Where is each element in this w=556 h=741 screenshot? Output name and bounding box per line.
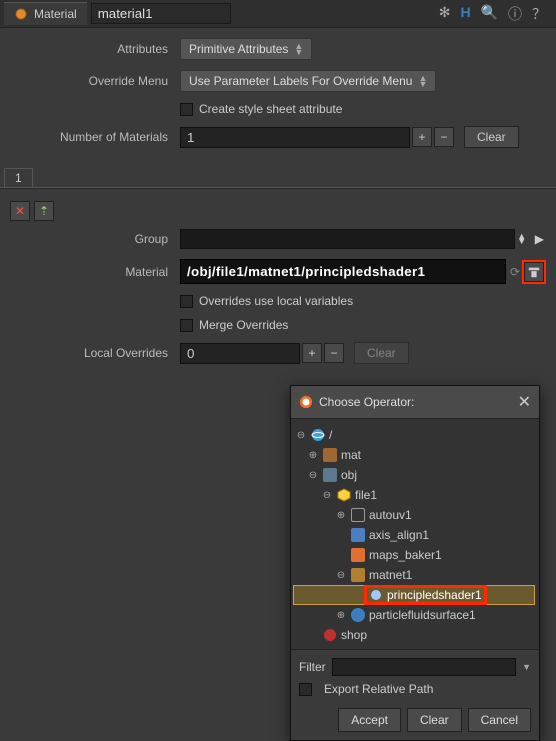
minus-button[interactable]: −: [434, 127, 454, 147]
cancel-button[interactable]: Cancel: [468, 708, 531, 732]
expand-icon[interactable]: ⊕: [335, 510, 347, 521]
operator-tree[interactable]: ⊖ / ⊕ mat ⊖ obj ⊖ file1 ⊕ autouv1 axis_a…: [291, 419, 539, 649]
palette-icon: [323, 448, 337, 462]
create-style-checkbox[interactable]: [180, 103, 193, 116]
create-style-label: Create style sheet attribute: [199, 102, 342, 116]
tree-node-autouv1[interactable]: ⊕ autouv1: [293, 505, 535, 525]
expand-icon[interactable]: ⊕: [307, 450, 319, 461]
tree-node-mat[interactable]: ⊕ mat: [293, 445, 535, 465]
tree-node-particlefluidsurface1[interactable]: ⊕ particlefluidsurface1: [293, 605, 535, 625]
overrides-local-checkbox[interactable]: [180, 295, 193, 308]
export-relative-label: Export Relative Path: [324, 682, 433, 696]
sop-icon: [351, 528, 365, 542]
material-node-icon: [14, 7, 28, 21]
operator-chooser-button[interactable]: [524, 262, 544, 282]
num-materials-input[interactable]: [180, 127, 410, 148]
jump-icon[interactable]: ⟳: [510, 265, 520, 279]
sop-icon: [351, 548, 365, 562]
houdini-icon: [299, 395, 313, 409]
accept-button[interactable]: Accept: [338, 708, 401, 732]
tree-node-file1[interactable]: ⊖ file1: [293, 485, 535, 505]
node-name-input[interactable]: [91, 3, 231, 24]
globe-icon: [311, 428, 325, 442]
collapse-icon[interactable]: ⊖: [335, 570, 347, 581]
folder-icon: [323, 468, 337, 482]
group-dropdown-icon[interactable]: ▲▼: [515, 234, 529, 244]
tree-node-principledshader1[interactable]: principledshader1: [293, 585, 535, 605]
arrow-play-icon[interactable]: ▶: [535, 232, 544, 246]
overrides-local-label: Overrides use local variables: [199, 294, 353, 308]
gear-icon[interactable]: ✻: [439, 4, 451, 24]
collapse-icon[interactable]: ⊖: [321, 490, 333, 501]
collapse-icon[interactable]: ⊖: [295, 430, 307, 441]
clear-button[interactable]: Clear: [464, 126, 519, 148]
filter-input[interactable]: [332, 658, 516, 676]
export-relative-checkbox[interactable]: [299, 683, 312, 696]
material-label: Material: [10, 265, 180, 279]
chevron-down-icon[interactable]: ▼: [522, 664, 531, 670]
tree-node-matnet1[interactable]: ⊖ matnet1: [293, 565, 535, 585]
num-materials-label: Number of Materials: [10, 130, 180, 144]
choose-operator-dialog: Choose Operator: ✕ ⊖ / ⊕ mat ⊖ obj ⊖ fil…: [290, 385, 540, 741]
chevron-updown-icon: ▲▼: [294, 43, 303, 55]
dialog-titlebar[interactable]: Choose Operator: ✕: [291, 386, 539, 419]
matnet-icon: [351, 568, 365, 582]
tree-node-shop[interactable]: shop: [293, 625, 535, 645]
local-overrides-input[interactable]: [180, 343, 300, 364]
tree-node-mapsbaker1[interactable]: maps_baker1: [293, 545, 535, 565]
plus-button[interactable]: +: [302, 343, 322, 363]
clear-button[interactable]: Clear: [354, 342, 409, 364]
material-path-input[interactable]: [180, 259, 506, 284]
plus-button[interactable]: +: [412, 127, 432, 147]
collapse-icon[interactable]: ⊖: [307, 470, 319, 481]
attributes-label: Attributes: [10, 42, 180, 56]
search-icon[interactable]: 🔍: [481, 4, 498, 24]
houdini-h-icon[interactable]: H: [460, 4, 470, 24]
clear-button[interactable]: Clear: [407, 708, 462, 732]
filter-label: Filter: [299, 660, 326, 674]
override-menu-label: Override Menu: [10, 74, 180, 88]
geo-icon: [337, 488, 351, 502]
remove-button[interactable]: ✕: [10, 201, 30, 221]
sop-icon: [351, 608, 365, 622]
tree-node-axisalign1[interactable]: axis_align1: [293, 525, 535, 545]
minus-button[interactable]: −: [324, 343, 344, 363]
local-overrides-label: Local Overrides: [10, 346, 180, 360]
expand-icon[interactable]: ⊕: [335, 610, 347, 621]
merge-overrides-checkbox[interactable]: [180, 319, 193, 332]
merge-overrides-label: Merge Overrides: [199, 318, 288, 332]
sop-icon: [351, 508, 365, 522]
tab-1[interactable]: 1: [4, 168, 33, 187]
group-label: Group: [10, 232, 180, 246]
info-icon[interactable]: ⓘ: [508, 4, 522, 24]
tab-label: Material: [34, 7, 77, 21]
help-icon[interactable]: ？: [532, 4, 546, 24]
override-menu-dropdown[interactable]: Use Parameter Labels For Override Menu ▲…: [180, 70, 436, 92]
add-button[interactable]: ⇡: [34, 201, 54, 221]
close-icon[interactable]: ✕: [518, 392, 531, 412]
attributes-dropdown[interactable]: Primitive Attributes ▲▼: [180, 38, 312, 60]
shader-icon: [369, 588, 383, 602]
chevron-updown-icon: ▲▼: [418, 75, 427, 87]
shop-icon: [323, 628, 337, 642]
tab-material[interactable]: Material: [4, 2, 87, 25]
tree-root[interactable]: ⊖ /: [293, 425, 535, 445]
tree-node-obj[interactable]: ⊖ obj: [293, 465, 535, 485]
group-input[interactable]: [180, 229, 515, 249]
